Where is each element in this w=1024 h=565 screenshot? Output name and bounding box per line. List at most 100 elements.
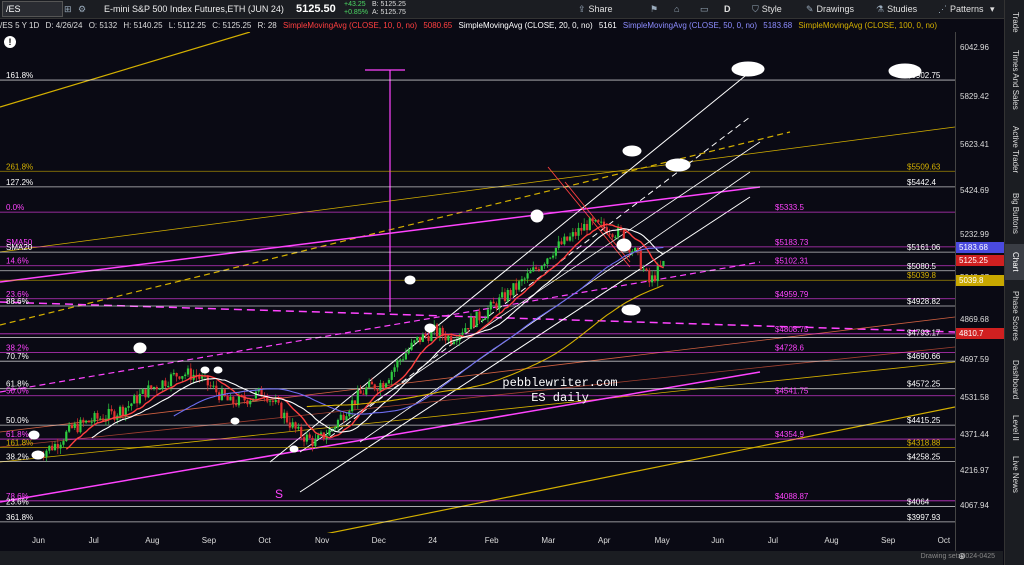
zoom-icon[interactable]: ⊕	[958, 551, 966, 562]
side-tab-phase-scores[interactable]: Phase Scores	[1005, 285, 1024, 347]
patterns-button[interactable]: ⋰ Patterns	[938, 0, 984, 18]
trend-line	[0, 126, 955, 253]
fib-label: 161.8%	[6, 438, 33, 447]
candle-body	[184, 374, 187, 377]
candle-body	[268, 400, 272, 402]
candle-body	[518, 281, 521, 290]
gear-icon[interactable]: ⚙	[78, 0, 89, 18]
bar-date: D: 4/26/24	[45, 21, 83, 30]
candle-body	[150, 385, 153, 389]
price-axis[interactable]: 6042.965829.425623.415424.695232.995048.…	[955, 32, 1004, 552]
candle-body	[302, 437, 306, 442]
fib-label: 50.0%	[6, 416, 29, 425]
candle-body	[608, 233, 611, 235]
side-tab-chart[interactable]: Chart	[1005, 244, 1024, 280]
bar-open: O: 5132	[88, 21, 118, 30]
target-marker	[404, 275, 416, 285]
target-marker	[213, 366, 223, 374]
candle-body	[492, 301, 495, 304]
candle-body	[461, 332, 464, 335]
flag-icon[interactable]: ⚑	[650, 0, 661, 18]
fib-label: 70.7%	[6, 352, 29, 361]
candle-body	[232, 396, 235, 404]
level-price-label: $4088.87	[775, 492, 809, 501]
time-axis[interactable]: Jun Jul Aug Sep Oct Nov Dec 24 Feb Mar Apr May Jun Ju…	[0, 533, 955, 551]
level-price-label: $5161.06	[907, 243, 941, 252]
candle-body	[356, 390, 359, 405]
candle-body	[130, 403, 133, 407]
side-tab-active-trader[interactable]: Active Trader	[1005, 118, 1024, 182]
candle-body	[534, 267, 538, 270]
target-marker	[530, 209, 544, 223]
flask-icon: ⚗	[876, 4, 885, 14]
candle-body	[642, 268, 645, 270]
side-tab-trade[interactable]: Trade	[1005, 2, 1024, 42]
trend-line	[326, 406, 955, 533]
sma50-label[interactable]: SimpleMovingAvg (CLOSE, 50, 0, no)	[623, 21, 757, 30]
candle-body	[62, 441, 65, 445]
candle-body	[399, 359, 402, 361]
level-price-label: $4415.25	[907, 416, 941, 425]
share-icon: ⇪	[578, 4, 586, 14]
date-tick: Oct	[937, 536, 951, 545]
candle-body	[583, 223, 586, 231]
candle-body	[501, 292, 504, 298]
price-badge: 5183.68	[956, 241, 1004, 253]
candle-body	[215, 385, 218, 393]
sma20-label[interactable]: SimpleMovingAvg (CLOSE, 20, 0, no)	[458, 21, 592, 30]
price-badge: 5039.8	[956, 275, 1004, 287]
symbol-input[interactable]: /ES	[2, 1, 63, 17]
tag-icon[interactable]: ⌂	[674, 0, 682, 18]
period-button[interactable]: D	[724, 0, 731, 18]
candle-body	[551, 255, 555, 258]
level-price-label: $4064	[907, 498, 930, 507]
candle-body	[359, 390, 362, 394]
drawings-button[interactable]: ✎ Drawings	[806, 0, 854, 18]
side-tab-times-and-sales[interactable]: Times And Sales	[1005, 46, 1024, 114]
date-tick: 24	[428, 536, 438, 545]
watermark-subtitle: ES daily	[531, 391, 589, 405]
share-button[interactable]: ⇪ Share	[578, 0, 613, 18]
style-button[interactable]: ⛉ Style	[752, 0, 782, 18]
candle-body	[486, 309, 490, 319]
candle-body	[481, 319, 484, 321]
studies-button[interactable]: ⚗ Studies	[876, 0, 917, 18]
side-tab-dashboard[interactable]: Dashboard	[1005, 352, 1024, 408]
candle-body	[648, 270, 651, 283]
fib-label: 38.2%	[6, 343, 29, 352]
trend-line	[0, 32, 251, 108]
price-chart[interactable]: $5902.75 $5509.63 $5442.4 $5333.5 $5183.73 $5…	[0, 32, 955, 533]
side-tab-live-news[interactable]: Live News	[1005, 448, 1024, 500]
lock-icon[interactable]: ⊞	[64, 0, 75, 18]
candle-body	[418, 336, 422, 342]
candle-body	[563, 236, 566, 245]
sma100-label[interactable]: SimpleMovingAvg (CLOSE, 100, 0, no)	[798, 21, 937, 30]
level-price-label: $3997.93	[907, 513, 941, 522]
candle-body	[554, 247, 557, 256]
fib-label: 0.0%	[6, 203, 24, 212]
price-tick: 4216.97	[960, 466, 989, 476]
candle-body	[294, 422, 297, 429]
sma10-label[interactable]: SimpleMovingAvg (CLOSE, 10, 0, no)	[283, 21, 417, 30]
side-tab-big-buttons[interactable]: Big Buttons	[1005, 186, 1024, 240]
date-tick: Jun	[32, 536, 45, 545]
price-tick: 4531.58	[960, 393, 989, 403]
level-price-label: $4318.88	[907, 438, 941, 447]
candle-body	[549, 257, 552, 259]
target-marker	[133, 342, 147, 354]
candle-body	[144, 389, 147, 398]
sma20-value: 5161	[598, 21, 617, 30]
candle-body	[277, 400, 280, 403]
price-badge: 5125.25	[956, 255, 1004, 267]
monitor-icon[interactable]: ▭	[700, 0, 712, 18]
price-tick: 4067.94	[960, 500, 989, 510]
target-marker	[621, 304, 641, 316]
candle-body	[585, 223, 589, 231]
date-tick: Jun	[711, 536, 725, 545]
watermark-site: pebblewriter.com	[502, 376, 617, 390]
side-tab-level-ii[interactable]: Level II	[1005, 412, 1024, 444]
chevron-down-icon[interactable]: ▾	[990, 0, 995, 18]
bar-high: H: 5140.25	[123, 21, 163, 30]
date-tick: Mar	[541, 536, 556, 545]
alert-icon-glyph: !	[9, 37, 12, 47]
